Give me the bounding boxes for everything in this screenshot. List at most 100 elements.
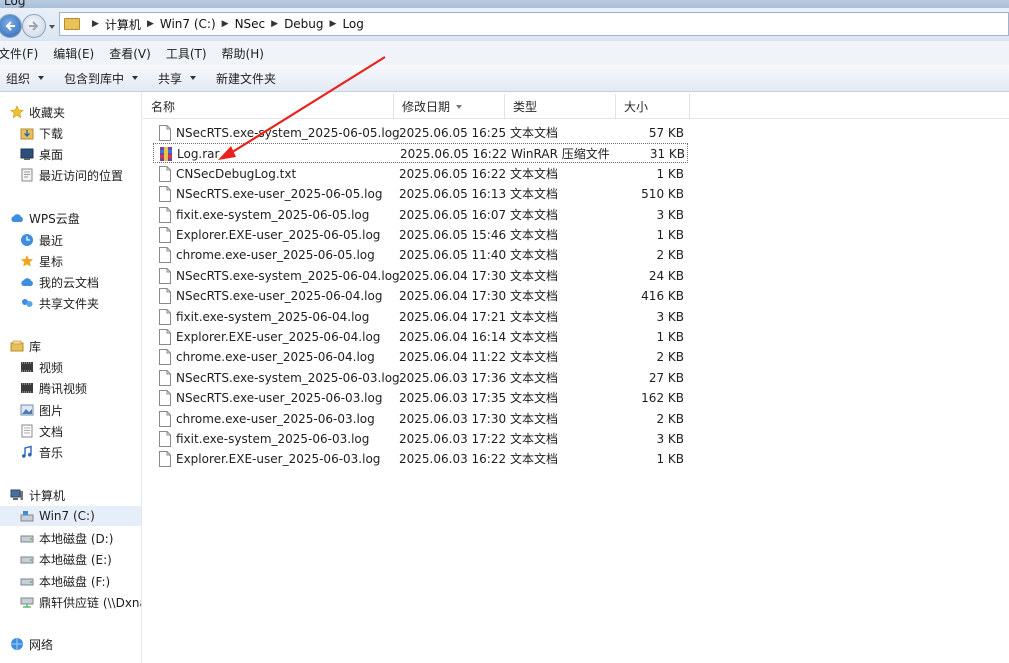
breadcrumb-drive-c[interactable]: Win7 (C:) <box>160 17 216 31</box>
file-type: 文本文档 <box>510 411 559 426</box>
network-icon <box>11 638 23 650</box>
file-row[interactable]: Explorer.EXE-user_2025-06-05.log 2025.06.… <box>153 225 688 245</box>
picture-icon <box>20 404 34 416</box>
chevron-right-icon[interactable]: ▶ <box>147 19 154 29</box>
file-type: 文本文档 <box>510 391 559 406</box>
sidebar-item-recent-places[interactable]: 最近访问的位置 <box>20 165 123 185</box>
file-type: 文本文档 <box>510 432 559 446</box>
file-row[interactable]: Log.rar 2025.06.05 16:22 WinRAR 压缩文件 31 KB <box>153 143 688 164</box>
breadcrumb-computer[interactable]: 计算机 <box>105 16 141 33</box>
sidebar-favorites[interactable]: 收藏夹 <box>10 102 65 122</box>
sidebar-favorites-label: 收藏夹 <box>29 105 66 120</box>
file-date: 2025.06.05 16:07 <box>399 207 507 222</box>
menu-view[interactable]: 查看(V) <box>109 45 151 62</box>
file-row[interactable]: NSecRTS.exe-system_2025-06-04.log 2025.06… <box>153 266 688 286</box>
file-size: 2 KB <box>656 350 684 365</box>
sidebar-item-drive-e[interactable]: 本地磁盘 (E:) <box>20 549 112 569</box>
file-row[interactable]: fixit.exe-system_2025-06-05.log 2025.06.0… <box>153 205 688 225</box>
recent-pages-dropdown[interactable] <box>49 25 55 29</box>
cloud-icon <box>11 214 23 222</box>
file-name: Log.rar <box>177 147 220 162</box>
computer-icon <box>10 489 23 500</box>
sidebar-item-label: 音乐 <box>39 445 64 460</box>
sidebar-item-videos[interactable]: 视频 <box>20 357 63 377</box>
file-name: fixit.exe-system_2025-06-05.log <box>176 207 370 222</box>
column-header-type[interactable]: 类型 <box>505 94 616 119</box>
menu-tools[interactable]: 工具(T) <box>166 45 207 62</box>
file-size: 2 KB <box>656 411 684 426</box>
sidebar-item-my-cloud-docs[interactable]: 我的云文档 <box>20 272 99 292</box>
file-row[interactable]: chrome.exe-user_2025-06-05.log 2025.06.05… <box>153 245 688 265</box>
file-type: 文本文档 <box>510 166 559 181</box>
breadcrumb-nsec[interactable]: NSec <box>235 17 266 31</box>
sidebar-item-downloads[interactable]: 下载 <box>20 123 63 143</box>
sidebar-libraries[interactable]: 库 <box>10 336 41 356</box>
file-row[interactable]: Explorer.EXE-user_2025-06-04.log 2025.06.… <box>153 327 688 347</box>
file-row[interactable]: NSecRTS.exe-user_2025-06-05.log 2025.06.0… <box>153 184 688 204</box>
file-row[interactable]: fixit.exe-system_2025-06-03.log 2025.06.0… <box>153 429 688 449</box>
video-icon <box>21 362 33 372</box>
file-row[interactable]: chrome.exe-user_2025-06-03.log 2025.06.03… <box>153 409 688 429</box>
file-row[interactable]: NSecRTS.exe-user_2025-06-03.log 2025.06.0… <box>153 388 688 408</box>
sidebar-item-network-drive[interactable]: 鼎轩供应链 (\\Dxna <box>20 592 141 612</box>
file-size: 510 KB <box>641 187 684 202</box>
file-row[interactable]: NSecRTS.exe-system_2025-06-05.log 2025.06… <box>153 123 688 143</box>
sidebar-computer[interactable]: 计算机 <box>10 485 65 505</box>
file-type: 文本文档 <box>510 187 559 202</box>
breadcrumb-debug[interactable]: Debug <box>284 17 323 31</box>
menu-help[interactable]: 帮助(H) <box>222 45 264 62</box>
column-header-date[interactable]: 修改日期 <box>394 94 505 119</box>
hard-drive-icon <box>20 578 34 586</box>
column-header-name[interactable]: 名称 <box>143 94 394 119</box>
recent-places-icon <box>21 168 33 182</box>
sidebar-item-desktop[interactable]: 桌面 <box>20 144 63 164</box>
address-bar[interactable]: ▶ 计算机 ▶ Win7 (C:) ▶ NSec ▶ Debug ▶ Log <box>59 12 1009 36</box>
file-date: 2025.06.05 16:22 <box>400 147 508 162</box>
file-type: 文本文档 <box>510 207 559 222</box>
column-header-size[interactable]: 大小 <box>616 94 690 119</box>
file-row[interactable]: fixit.exe-system_2025-06-04.log 2025.06.0… <box>153 307 688 327</box>
chevron-right-icon[interactable]: ▶ <box>330 19 337 29</box>
file-row[interactable]: NSecRTS.exe-system_2025-06-03.log 2025.06… <box>153 368 688 388</box>
share-button[interactable]: 共享 <box>158 70 197 87</box>
sidebar-item-music[interactable]: 音乐 <box>20 442 63 462</box>
organize-button[interactable]: 组织 <box>6 70 45 87</box>
sidebar-item-shared-folder[interactable]: 共享文件夹 <box>20 293 99 313</box>
column-size-label: 大小 <box>624 100 649 114</box>
new-folder-button[interactable]: 新建文件夹 <box>216 70 276 87</box>
sidebar-item-tencent-video[interactable]: 腾讯视频 <box>20 378 87 398</box>
text-file-icon <box>159 165 171 182</box>
file-row[interactable]: NSecRTS.exe-user_2025-06-04.log 2025.06.0… <box>153 286 688 306</box>
sidebar-item-pictures[interactable]: 图片 <box>20 400 63 420</box>
sidebar-item-recent[interactable]: 最近 <box>20 230 63 250</box>
include-in-library-button[interactable]: 包含到库中 <box>64 70 139 87</box>
menu-edit[interactable]: 编辑(E) <box>53 45 94 62</box>
file-row[interactable]: chrome.exe-user_2025-06-04.log 2025.06.04… <box>153 347 688 367</box>
sidebar-network[interactable]: 网络 <box>10 634 53 654</box>
sidebar-item-drive-f[interactable]: 本地磁盘 (F:) <box>20 571 110 591</box>
chevron-right-icon[interactable]: ▶ <box>222 19 229 29</box>
chevron-right-icon[interactable]: ▶ <box>271 19 278 29</box>
breadcrumb-log[interactable]: Log <box>342 17 363 31</box>
sidebar-wps-cloud[interactable]: WPS云盘 <box>10 208 80 228</box>
file-row[interactable]: CNSecDebugLog.txt 2025.06.05 16:22 文本文档 1 K… <box>153 164 688 184</box>
sidebar-item-drive-c[interactable]: Win7 (C:) <box>0 506 141 526</box>
column-type-label: 类型 <box>513 100 538 114</box>
sidebar-item-documents[interactable]: 文档 <box>20 421 63 441</box>
back-button[interactable] <box>0 14 22 38</box>
column-date-label: 修改日期 <box>402 100 451 114</box>
file-date: 2025.06.04 11:22 <box>399 350 507 365</box>
sidebar-item-drive-d[interactable]: 本地磁盘 (D:) <box>20 528 113 548</box>
sidebar-item-label: 最近访问的位置 <box>39 168 124 183</box>
desktop-icon <box>20 148 34 160</box>
menu-file[interactable]: 文件(F) <box>0 45 38 62</box>
sidebar-item-starred[interactable]: 星标 <box>20 251 63 271</box>
file-name: NSecRTS.exe-system_2025-06-05.log <box>176 126 400 140</box>
breadcrumb: ▶ 计算机 ▶ Win7 (C:) ▶ NSec ▶ Debug ▶ Log <box>60 13 364 35</box>
chevron-right-icon[interactable]: ▶ <box>92 19 99 29</box>
file-date: 2025.06.03 17:36 <box>399 370 507 385</box>
file-row[interactable]: Explorer.EXE-user_2025-06-03.log 2025.06.… <box>153 449 688 469</box>
file-date: 2025.06.03 17:30 <box>399 411 507 426</box>
forward-button[interactable] <box>22 14 46 38</box>
sidebar-item-label: 桌面 <box>39 147 64 162</box>
